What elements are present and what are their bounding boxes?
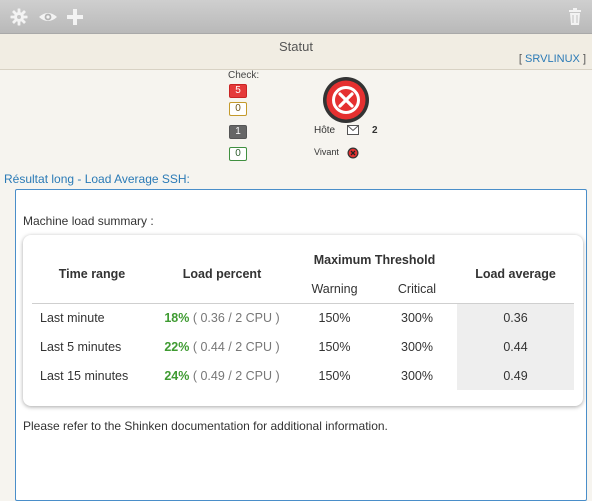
load-percent-value: 22%	[164, 339, 190, 354]
section-title: Résultat long - Load Average SSH:	[4, 172, 190, 186]
check-label: Check:	[228, 70, 260, 81]
envelope-icon[interactable]	[347, 125, 359, 138]
load-percent-detail: ( 0.49 / 2 CPU )	[189, 368, 280, 383]
check-summary: Check: 5 0 1 0 Hôte 2 Vivant	[0, 70, 592, 162]
header-time-range: Time range	[58, 266, 126, 281]
header-critical: Critical	[377, 275, 457, 304]
load-table: Time range Load percent Maximum Threshol…	[32, 245, 574, 390]
load-average-cell: 0.44	[457, 332, 574, 361]
critical-cell: 300%	[401, 310, 433, 325]
table-row: Last minute 18% ( 0.36 / 2 CPU ) 150% 30…	[32, 303, 574, 332]
load-percent-cell: 24% ( 0.49 / 2 CPU )	[152, 361, 292, 390]
load-average-cell: 0.36	[457, 303, 574, 332]
critical-cell: 300%	[401, 368, 433, 383]
host-row: Hôte 2	[314, 125, 378, 136]
check-count-ok[interactable]: 0	[229, 147, 247, 161]
toolbar	[0, 0, 592, 34]
time-range-cell: Last 5 minutes	[40, 339, 122, 354]
load-percent-value: 18%	[164, 310, 190, 325]
host-link-label[interactable]: SRVLINUX	[525, 53, 580, 65]
gear-icon[interactable]	[10, 8, 28, 26]
long-output-panel: Machine load summary : Time range Load p…	[15, 189, 587, 501]
plus-icon[interactable]	[66, 8, 84, 26]
load-percent-detail: ( 0.44 / 2 CPU )	[189, 339, 280, 354]
check-count-unknown[interactable]: 1	[229, 125, 247, 139]
alive-label: Vivant	[314, 147, 339, 157]
critical-cell: 300%	[401, 339, 433, 354]
load-percent-detail: ( 0.36 / 2 CPU )	[189, 310, 280, 325]
host-label: Hôte	[314, 125, 336, 136]
header-max-threshold: Maximum Threshold	[313, 253, 436, 267]
header-load-average: Load average	[475, 266, 556, 281]
load-percent-value: 24%	[164, 368, 190, 383]
load-percent-cell: 22% ( 0.44 / 2 CPU )	[152, 332, 292, 361]
trash-icon[interactable]	[568, 8, 582, 26]
header-warning: Warning	[292, 275, 377, 304]
critical-state-icon	[322, 76, 370, 124]
host-count: 2	[372, 125, 378, 136]
time-range-cell: Last 15 minutes	[40, 368, 129, 383]
eye-icon[interactable]	[38, 8, 58, 26]
table-row: Last 15 minutes 24% ( 0.49 / 2 CPU ) 150…	[32, 361, 574, 390]
table-row: Last 5 minutes 22% ( 0.44 / 2 CPU ) 150%…	[32, 332, 574, 361]
footer-note: Please refer to the Shinken documentatio…	[23, 419, 388, 433]
check-count-critical[interactable]: 5	[229, 84, 247, 98]
warning-cell: 150%	[318, 368, 351, 383]
down-status-icon	[347, 147, 359, 161]
status-header: Statut [ SRVLINUX ]	[0, 34, 592, 70]
check-count-warning[interactable]: 0	[229, 102, 247, 116]
bracket-close: ]	[582, 53, 586, 65]
alive-row: Vivant	[314, 147, 359, 159]
host-link[interactable]: [ SRVLINUX ]	[519, 53, 586, 65]
bracket-open: [	[518, 53, 522, 65]
load-percent-cell: 18% ( 0.36 / 2 CPU )	[152, 303, 292, 332]
summary-title: Machine load summary :	[23, 214, 154, 228]
warning-cell: 150%	[318, 310, 351, 325]
page-title: Statut	[279, 39, 313, 54]
load-average-cell: 0.49	[457, 361, 574, 390]
time-range-cell: Last minute	[40, 310, 105, 325]
warning-cell: 150%	[318, 339, 351, 354]
load-summary-card: Time range Load percent Maximum Threshol…	[23, 235, 583, 406]
header-load-percent: Load percent	[182, 266, 262, 281]
